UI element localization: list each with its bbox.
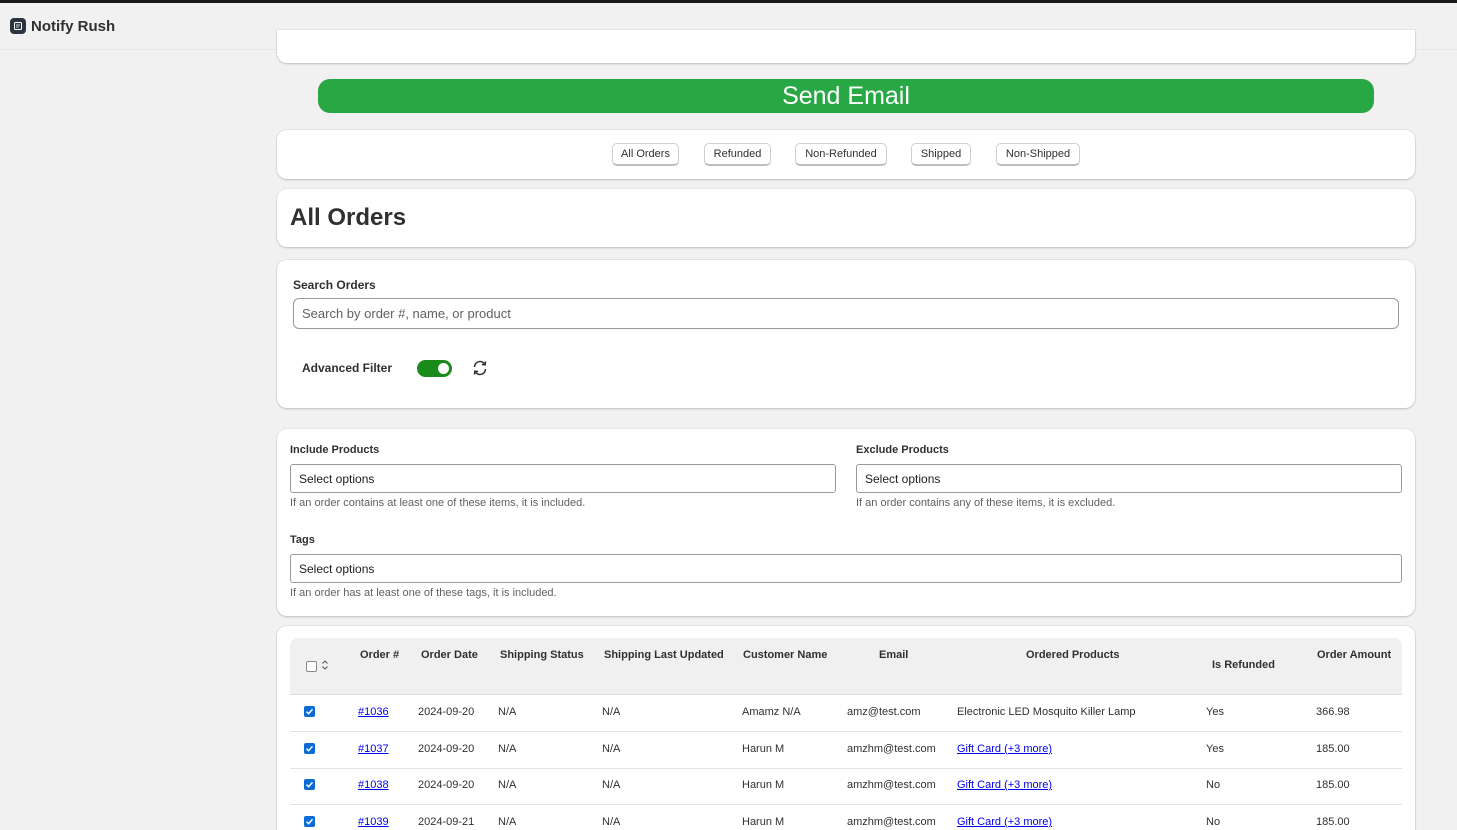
app-title: Notify Rush [31, 17, 116, 35]
column-ordered-products[interactable]: Ordered Products [1026, 649, 1120, 661]
exclude-products-select[interactable]: Select options [856, 464, 1402, 493]
tags-label: Tags [290, 534, 315, 546]
column-shipping-last-updated[interactable]: Shipping Last Updated [604, 649, 724, 661]
is-refunded-cell: Yes [1206, 743, 1224, 755]
email-cell: amzhm@test.com [847, 743, 936, 755]
shipping-updated-cell: N/A [602, 816, 621, 828]
row-checkbox[interactable] [304, 743, 315, 754]
order-date-cell: 2024-09-21 [418, 816, 475, 828]
table-row[interactable]: #1036 2024-09-20 N/A N/A Amamz N/A amz@test.c… [290, 695, 1402, 732]
email-cell: amzhm@test.com [847, 816, 936, 828]
filter-refunded-button[interactable]: Refunded [704, 143, 771, 166]
search-orders-input[interactable] [293, 298, 1399, 329]
order-number-link[interactable]: #1038 [358, 779, 389, 791]
column-customer-name[interactable]: Customer Name [743, 649, 827, 661]
advanced-filter-toggle[interactable] [417, 360, 452, 377]
filter-all-orders-button[interactable]: All Orders [612, 143, 679, 166]
shipping-updated-cell: N/A [602, 706, 621, 718]
shipping-updated-cell: N/A [602, 743, 621, 755]
row-checkbox[interactable] [304, 779, 315, 790]
customer-name-cell: Harun M [742, 779, 785, 791]
notify-rush-app-icon [10, 18, 26, 34]
order-number-link[interactable]: #1037 [358, 743, 389, 755]
advanced-filter-card: Include Products Select options If an or… [277, 429, 1415, 616]
filter-non-refunded-button[interactable]: Non-Refunded [795, 143, 887, 166]
exclude-products-label: Exclude Products [856, 444, 949, 456]
orders-table-card: Order # Order Date Shipping Status Shipp… [277, 626, 1415, 830]
column-order-amount[interactable]: Order Amount [1317, 649, 1391, 661]
customer-name-cell: Harun M [742, 816, 785, 828]
page-title: All Orders [290, 204, 407, 231]
tags-select[interactable]: Select options [290, 554, 1402, 583]
column-order-date[interactable]: Order Date [421, 649, 478, 661]
exclude-products-help: If an order contains any of these items,… [856, 497, 1116, 509]
send-email-button[interactable]: Send Email [318, 79, 1374, 113]
table-row[interactable]: #1038 2024-09-20 N/A N/A Harun M amzhm@test.c… [290, 768, 1402, 805]
toggle-knob [438, 363, 449, 374]
orders-table-header: Order # Order Date Shipping Status Shipp… [290, 638, 1402, 695]
top-card-remnant [277, 30, 1415, 63]
search-card: Search Orders Advanced Filter [277, 260, 1415, 408]
order-amount-cell: 366.98 [1316, 706, 1350, 718]
column-email[interactable]: Email [879, 649, 908, 661]
advanced-filter-label: Advanced Filter [302, 361, 393, 375]
ordered-products-link[interactable]: Gift Card (+3 more) [957, 743, 1052, 755]
include-products-label: Include Products [290, 444, 380, 456]
order-date-cell: 2024-09-20 [418, 779, 475, 791]
include-products-help: If an order contains at least one of the… [290, 497, 586, 509]
search-orders-label: Search Orders [293, 278, 376, 292]
shipping-status-cell: N/A [498, 706, 517, 718]
filter-shipped-button[interactable]: Shipped [911, 143, 971, 166]
is-refunded-cell: No [1206, 816, 1221, 828]
email-cell: amzhm@test.com [847, 779, 936, 791]
order-date-cell: 2024-09-20 [418, 743, 475, 755]
refresh-icon[interactable] [471, 359, 489, 377]
is-refunded-cell: No [1206, 779, 1221, 791]
column-order-number[interactable]: Order # [360, 649, 399, 661]
tags-help: If an order has at least one of these ta… [290, 587, 557, 599]
shipping-status-cell: N/A [498, 743, 517, 755]
shipping-updated-cell: N/A [602, 779, 621, 791]
order-filter-tabs: All Orders Refunded Non-Refunded Shipped… [277, 130, 1415, 179]
order-amount-cell: 185.00 [1316, 743, 1350, 755]
shipping-status-cell: N/A [498, 779, 517, 791]
order-number-link[interactable]: #1039 [358, 816, 389, 828]
order-date-cell: 2024-09-20 [418, 706, 475, 718]
shipping-status-cell: N/A [498, 816, 517, 828]
table-row[interactable]: #1037 2024-09-20 N/A N/A Harun M amzhm@test.c… [290, 732, 1402, 769]
email-cell: amz@test.com [847, 706, 921, 718]
sort-icon[interactable] [321, 659, 329, 671]
row-checkbox[interactable] [304, 816, 315, 827]
order-number-link[interactable]: #1036 [358, 706, 389, 718]
ordered-products-cell: Electronic LED Mosquito Killer Lamp [957, 706, 1136, 718]
table-row[interactable]: #1039 2024-09-21 N/A N/A Harun M amzhm@test.c… [290, 805, 1402, 830]
page-title-card: All Orders [277, 189, 1415, 247]
order-amount-cell: 185.00 [1316, 779, 1350, 791]
ordered-products-link[interactable]: Gift Card (+3 more) [957, 816, 1052, 828]
is-refunded-cell: Yes [1206, 706, 1224, 718]
ordered-products-link[interactable]: Gift Card (+3 more) [957, 779, 1052, 791]
row-checkbox[interactable] [304, 706, 315, 717]
select-all-checkbox[interactable] [306, 661, 317, 672]
filter-non-shipped-button[interactable]: Non-Shipped [996, 143, 1080, 166]
column-is-refunded[interactable]: Is Refunded [1212, 659, 1275, 671]
customer-name-cell: Amamz N/A [742, 706, 801, 718]
order-amount-cell: 185.00 [1316, 816, 1350, 828]
column-shipping-status[interactable]: Shipping Status [500, 649, 584, 661]
include-products-select[interactable]: Select options [290, 464, 836, 493]
customer-name-cell: Harun M [742, 743, 785, 755]
